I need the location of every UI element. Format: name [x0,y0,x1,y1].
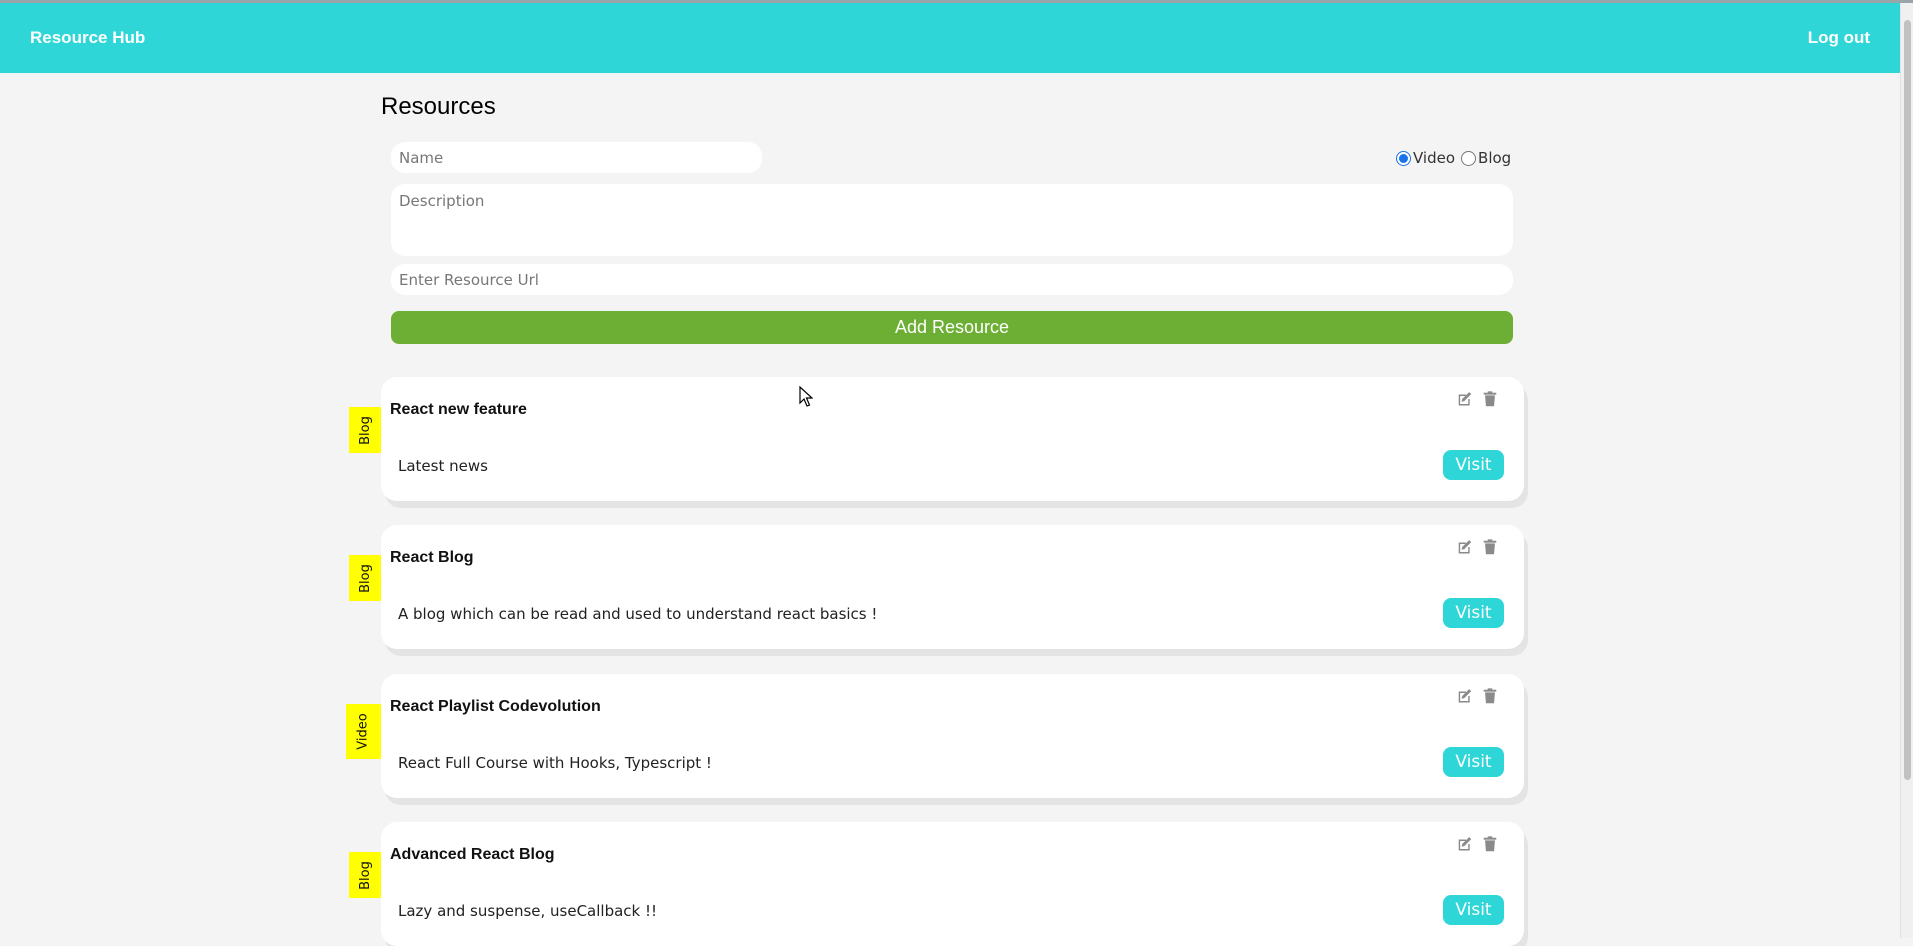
page-title: Resources [381,93,496,120]
resource-title: React Blog [390,549,474,566]
resource-card: Blog React new feature Latest news Visit [349,377,1524,501]
resource-type-radio-group: Video Blog [1396,149,1526,167]
brand-logo[interactable]: Resource Hub [30,28,145,48]
page-scrollbar[interactable] [1900,3,1913,938]
resource-description: Lazy and suspense, useCallback !! [398,902,658,920]
blog-radio-label: Blog [1478,149,1512,167]
video-radio[interactable] [1396,150,1411,166]
edit-icon[interactable] [1456,687,1474,705]
resource-title: React Playlist Codevolution [390,698,601,715]
resource-type-label: Blog [357,860,373,890]
card-actions [1456,835,1499,853]
add-resource-button[interactable]: Add Resource [391,311,1513,344]
edit-icon[interactable] [1456,538,1474,556]
resource-title: React new feature [390,401,527,418]
resource-type-label: Blog [357,563,373,593]
resource-url-input[interactable] [391,264,1513,295]
name-input[interactable] [391,142,762,173]
card-actions [1456,687,1499,705]
resource-description: A blog which can be read and used to und… [398,605,878,623]
scrollbar-thumb[interactable] [1904,20,1911,780]
resource-type-tag: Blog [349,852,381,898]
visit-button[interactable]: Visit [1443,895,1504,925]
visit-button[interactable]: Visit [1443,450,1504,480]
visit-button[interactable]: Visit [1443,747,1504,777]
resource-type-label: Blog [357,415,373,445]
trash-icon[interactable] [1481,835,1499,853]
resource-description: Latest news [398,457,488,475]
resource-card: Blog React Blog A blog which can be read… [349,525,1524,649]
trash-icon[interactable] [1481,390,1499,408]
resource-card: Video React Playlist Codevolution React … [346,674,1524,798]
resource-card: Blog Advanced React Blog Lazy and suspen… [349,822,1524,946]
trash-icon[interactable] [1481,538,1499,556]
edit-icon[interactable] [1456,835,1474,853]
visit-button[interactable]: Visit [1443,598,1504,628]
resource-type-tag: Video [346,704,381,759]
mouse-cursor-icon [799,386,813,407]
blog-radio[interactable] [1461,150,1477,166]
card-actions [1456,538,1499,556]
resource-type-label: Video [356,713,371,750]
resource-type-tag: Blog [349,555,381,601]
resource-title: Advanced React Blog [390,846,555,863]
video-radio-label: Video [1413,149,1456,167]
resource-type-tag: Blog [349,407,381,453]
description-input[interactable] [391,184,1513,256]
radio-option-video[interactable]: Video [1396,149,1455,167]
edit-icon[interactable] [1456,390,1474,408]
navbar: Resource Hub Log out [0,3,1900,73]
card-actions [1456,390,1499,408]
trash-icon[interactable] [1481,687,1499,705]
resource-description: React Full Course with Hooks, Typescript… [398,754,712,772]
radio-option-blog[interactable]: Blog [1461,149,1511,167]
logout-link[interactable]: Log out [1808,28,1870,48]
